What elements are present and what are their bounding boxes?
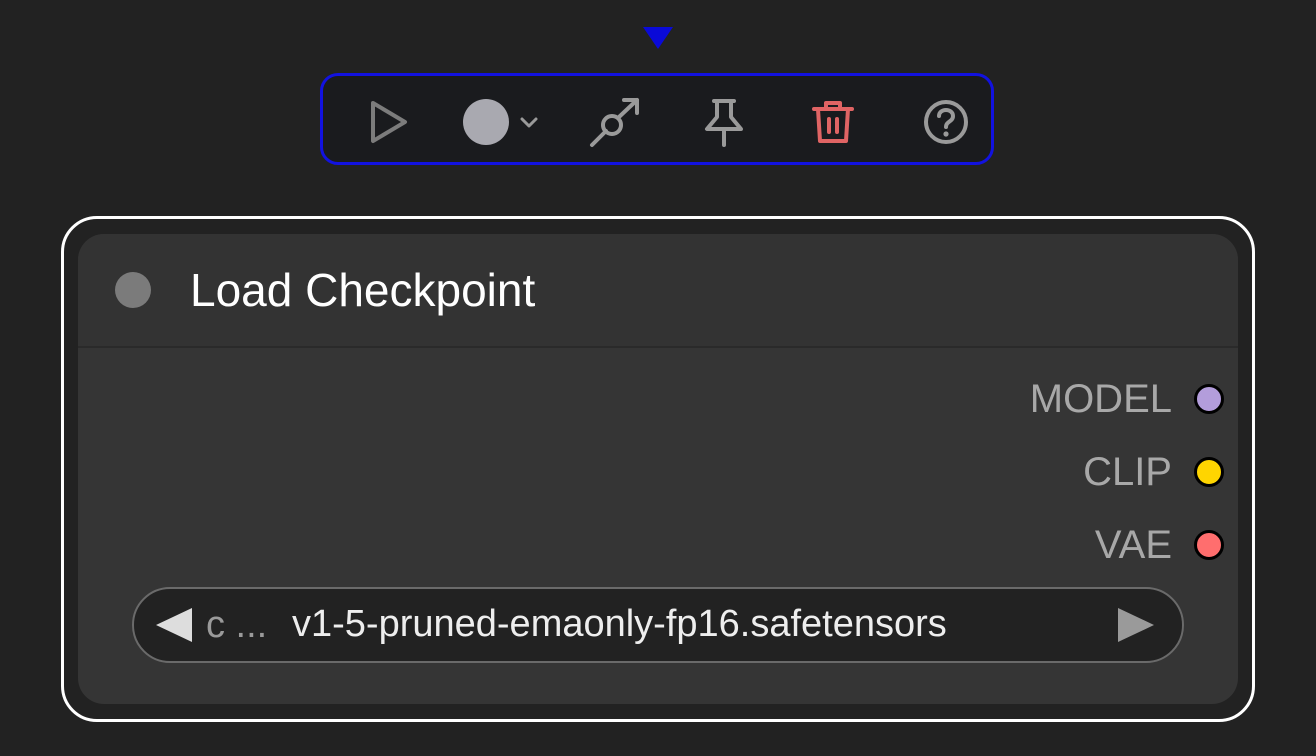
bypass-icon [590, 98, 639, 147]
output-label-clip: CLIP [1083, 449, 1172, 494]
output-label-model: MODEL [1029, 376, 1172, 421]
output-slot-model-icon[interactable] [1194, 384, 1224, 414]
output-slot-clip-icon[interactable] [1194, 457, 1224, 487]
output-slot-vae-icon[interactable] [1194, 530, 1224, 560]
ckpt-name-combo-widget[interactable]: c ... v1-5-pruned-emaonly-fp16.safetenso… [132, 587, 1184, 663]
chevron-down-icon [520, 117, 538, 128]
node-title: Load Checkpoint [190, 264, 536, 316]
next-option-arrow-icon[interactable] [1118, 608, 1154, 642]
node-header[interactable]: Load Checkpoint [78, 234, 1238, 348]
widget-name-label: c ... [206, 604, 268, 646]
graph-canvas[interactable]: Load Checkpoint MODEL CLIP VAE c ... v1-… [0, 0, 1316, 756]
help-button[interactable] [918, 76, 974, 168]
pin-icon [705, 99, 743, 147]
delete-button[interactable] [805, 76, 861, 168]
bypass-button[interactable] [585, 76, 645, 168]
run-button[interactable] [361, 76, 417, 168]
trash-icon [812, 101, 854, 143]
color-circle-icon [463, 99, 538, 145]
node-selection-toolbar [320, 73, 994, 165]
output-model[interactable]: MODEL [1030, 377, 1224, 421]
toolbar-pointer-icon [643, 27, 673, 49]
output-vae[interactable]: VAE [1095, 523, 1224, 567]
help-circle-icon [924, 100, 968, 144]
output-clip[interactable]: CLIP [1083, 450, 1224, 494]
color-button[interactable] [460, 76, 548, 168]
widget-value: v1-5-pruned-emaonly-fp16.safetensors [292, 603, 947, 645]
output-label-vae: VAE [1094, 522, 1172, 567]
node-collapse-dot-icon[interactable] [115, 272, 151, 308]
load-checkpoint-node[interactable]: Load Checkpoint MODEL CLIP VAE c ... v1-… [78, 234, 1238, 704]
play-icon [371, 101, 407, 143]
pin-button[interactable] [696, 76, 752, 168]
previous-option-arrow-icon[interactable] [156, 608, 192, 642]
